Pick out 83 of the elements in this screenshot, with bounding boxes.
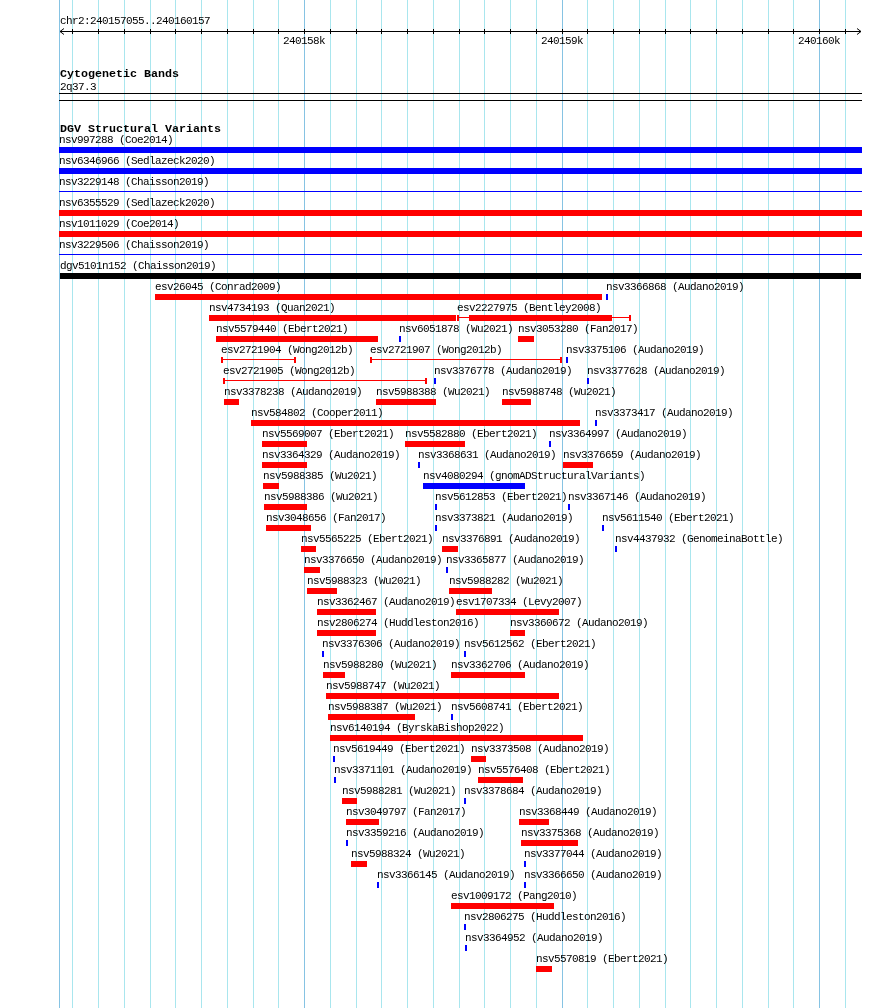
variant-label: nsv3373417 (Audano2019): [595, 407, 734, 420]
variant-label: nsv3229148 (Chaisson2019): [59, 176, 210, 189]
variant-label: nsv5988386 (Wu2021): [264, 491, 379, 504]
variant-label: nsv3229506 (Chaisson2019): [59, 239, 210, 252]
variant-label: esv1009172 (Pang2010): [451, 890, 578, 903]
variant-label: nsv3362706 (Audano2019): [451, 659, 590, 672]
variant-label: nsv3375106 (Audano2019): [566, 344, 705, 357]
variant-label: nsv3364997 (Audano2019): [549, 428, 688, 441]
variant-label: nsv1011029 (Coe2014): [59, 218, 180, 231]
variant-label: nsv3366868 (Audano2019): [606, 281, 745, 294]
variant-label: nsv3377628 (Audano2019): [587, 365, 726, 378]
variant-label: nsv5988282 (Wu2021): [449, 575, 564, 588]
variant-label: nsv5988385 (Wu2021): [263, 470, 378, 483]
variant-label: nsv5988747 (Wu2021): [326, 680, 441, 693]
variant-label: nsv3373508 (Audano2019): [471, 743, 610, 756]
variant-label: nsv5570819 (Ebert2021): [536, 953, 669, 966]
variant-label: nsv584802 (Cooper2011): [251, 407, 384, 420]
variant-label: esv2227975 (Bentley2008): [457, 302, 602, 315]
variant-label: nsv5988748 (Wu2021): [502, 386, 617, 399]
variant-label: nsv5612562 (Ebert2021): [464, 638, 597, 651]
variant-label: dgv5101n152 (Chaisson2019): [60, 260, 217, 273]
variant-label: nsv5565225 (Ebert2021): [301, 533, 434, 546]
variant-label: esv1707334 (Levy2007): [456, 596, 583, 609]
variant-label: nsv5611540 (Ebert2021): [602, 512, 735, 525]
variant-label: nsv3368449 (Audano2019): [519, 806, 658, 819]
ruler-tick-label: 240158k: [283, 36, 325, 47]
variant-label: nsv3365877 (Audano2019): [446, 554, 585, 567]
track-title: Cytogenetic Bands: [60, 69, 179, 79]
variant-label: nsv5988387 (Wu2021): [328, 701, 443, 714]
variant-label: nsv6346966 (Sedlazeck2020): [59, 155, 216, 168]
variant-label: nsv5988280 (Wu2021): [323, 659, 438, 672]
variant-label: nsv5988281 (Wu2021): [342, 785, 457, 798]
variant-label: nsv3376891 (Audano2019): [442, 533, 581, 546]
variant-label: nsv3364952 (Audano2019): [465, 932, 604, 945]
variant-label: nsv5608741 (Ebert2021): [451, 701, 584, 714]
variant-label: nsv3376778 (Audano2019): [434, 365, 573, 378]
variant-label: nsv3376659 (Audano2019): [563, 449, 702, 462]
variant-label: nsv3377044 (Audano2019): [524, 848, 663, 861]
variant-label: nsv3376650 (Audano2019): [304, 554, 443, 567]
variant-label: nsv3362467 (Audano2019): [317, 596, 456, 609]
variant-label: nsv3048656 (Fan2017): [266, 512, 387, 525]
variant-label: esv2721904 (Wong2012b): [221, 344, 354, 357]
variant-label: nsv5988323 (Wu2021): [307, 575, 422, 588]
ruler-tick-label: 240159k: [541, 36, 583, 47]
variant-label: nsv6140194 (ByrskaBishop2022): [330, 722, 505, 735]
variant-label: nsv3376306 (Audano2019): [322, 638, 461, 651]
variant-label: nsv3368631 (Audano2019): [418, 449, 557, 462]
variant-label: nsv3364329 (Audano2019): [262, 449, 401, 462]
ruler-tick-label: 240160k: [798, 36, 840, 47]
track-title: DGV Structural Variants: [60, 124, 221, 134]
variant-label: nsv3053280 (Fan2017): [518, 323, 639, 336]
variant-label: nsv3371101 (Audano2019): [334, 764, 473, 777]
variant-label: nsv997288 (Coe2014): [59, 134, 174, 147]
variant-label: nsv2806274 (Huddleston2016): [317, 617, 480, 630]
variant-label: nsv5576408 (Ebert2021): [478, 764, 611, 777]
variant-label: nsv3366145 (Audano2019): [377, 869, 516, 882]
variant-label: nsv6051878 (Wu2021): [399, 323, 514, 336]
variant-label: nsv4734193 (Quan2021): [209, 302, 336, 315]
variant-label: nsv3359216 (Audano2019): [346, 827, 485, 840]
variant-label: nsv3375368 (Audano2019): [521, 827, 660, 840]
variant-label: esv26045 (Conrad2009): [155, 281, 282, 294]
variant-label: nsv5582880 (Ebert2021): [405, 428, 538, 441]
variant-label: nsv2806275 (Huddleston2016): [464, 911, 627, 924]
variant-label: nsv3367146 (Audano2019): [568, 491, 707, 504]
variant-label: nsv5569007 (Ebert2021): [262, 428, 395, 441]
variant-label: nsv3378684 (Audano2019): [464, 785, 603, 798]
variant-label: nsv5579440 (Ebert2021): [216, 323, 349, 336]
variant-label: esv2721907 (Wong2012b): [370, 344, 503, 357]
variant-label: nsv5619449 (Ebert2021): [333, 743, 466, 756]
variant-label: nsv3360672 (Audano2019): [510, 617, 649, 630]
variant-label: nsv4080294 (gnomADStructuralVariants): [423, 470, 646, 483]
location-text: chr2:240157055..240160157: [60, 16, 211, 27]
variant-label: nsv3373821 (Audano2019): [435, 512, 574, 525]
variant-label: nsv6355529 (Sedlazeck2020): [59, 197, 216, 210]
variant-label: nsv3366650 (Audano2019): [524, 869, 663, 882]
variant-label: nsv3378238 (Audano2019): [224, 386, 363, 399]
variant-label: nsv5612853 (Ebert2021): [435, 491, 568, 504]
variant-label: nsv3049797 (Fan2017): [346, 806, 467, 819]
variant-label: esv2721905 (Wong2012b): [223, 365, 356, 378]
variant-label: nsv5988324 (Wu2021): [351, 848, 466, 861]
variant-label: nsv4437932 (GenomeinaBottle): [615, 533, 784, 546]
variant-label: nsv5988388 (Wu2021): [376, 386, 491, 399]
band-label: 2q37.3: [60, 81, 96, 93]
